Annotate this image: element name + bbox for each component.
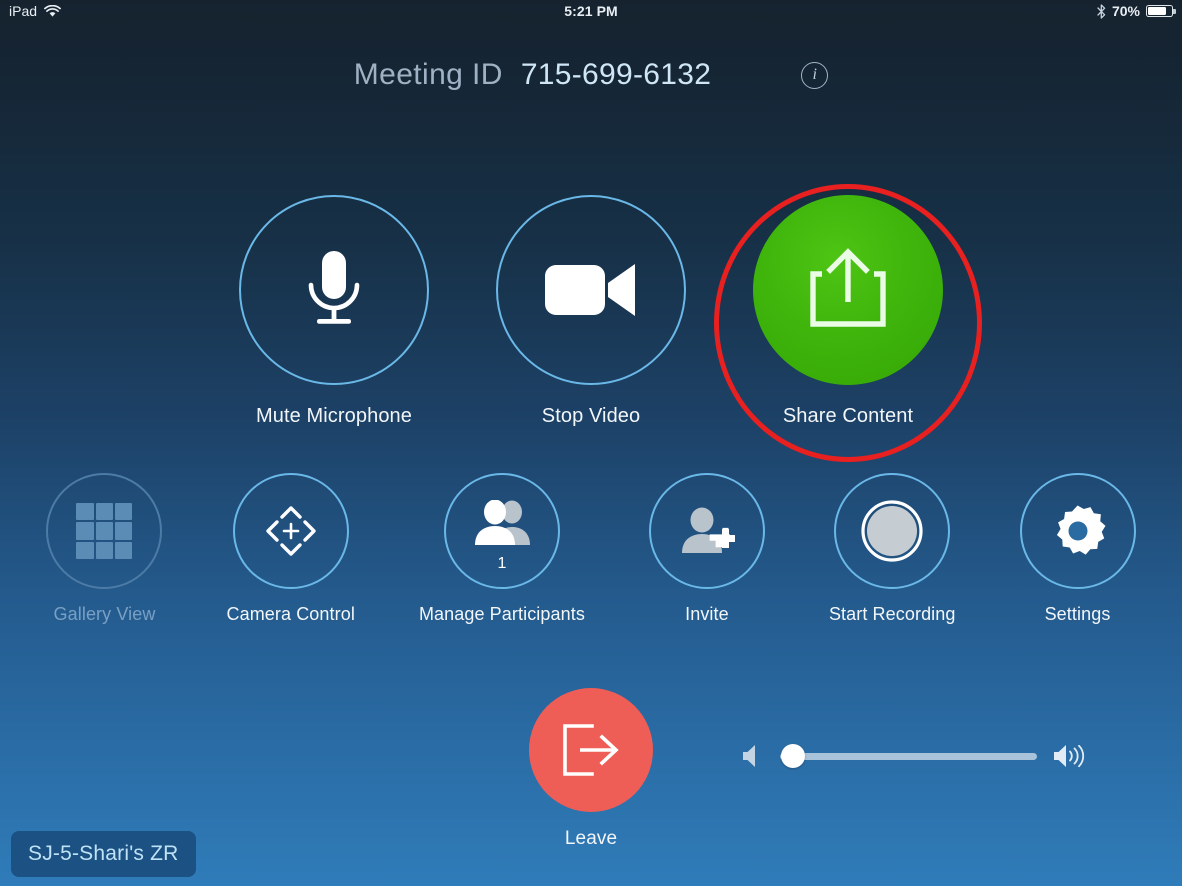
invite-label: Invite [685,604,729,624]
mute-microphone-button[interactable]: Mute Microphone [239,195,429,428]
battery-icon [1146,5,1176,17]
room-name-badge[interactable]: SJ-5-Shari's ZR [11,831,196,877]
grid-icon [76,503,133,559]
participants-icon [472,500,532,546]
share-content-label: Share Content [782,405,914,427]
share-upload-icon [805,248,891,332]
microphone-icon [297,247,371,333]
meeting-id-label: Meeting ID [353,58,503,91]
battery-percent-label: 70% [1111,3,1140,19]
manage-participants-label: Manage Participants [418,604,585,624]
stop-video-circle[interactable] [496,195,686,385]
video-camera-icon [545,261,637,319]
stop-video-label: Stop Video [541,405,641,427]
leave-circle[interactable] [529,688,653,812]
stop-video-button[interactable]: Stop Video [496,195,686,428]
bluetooth-icon [1097,3,1106,19]
meeting-header: Meeting ID 715-699-6132 i [0,58,1182,92]
camera-control-circle[interactable] [232,473,349,589]
share-content-circle[interactable] [753,195,943,385]
camera-control-button[interactable]: Camera Control [226,473,355,625]
settings-button[interactable]: Settings [1019,473,1136,625]
settings-circle[interactable] [1019,473,1136,589]
status-bar-clock: 5:21 PM [564,3,618,19]
invite-button[interactable]: Invite [648,473,765,625]
dpad-icon [255,495,327,567]
start-recording-circle[interactable] [834,473,951,589]
primary-controls-row: Mute Microphone Stop Video Share Content [0,184,1182,462]
gallery-view-label: Gallery View [53,604,156,624]
secondary-controls-row: Gallery View Camera Control 1 Manage Par… [0,473,1182,625]
manage-participants-button[interactable]: 1 Manage Participants [419,473,585,625]
volume-track-fill [780,752,1037,760]
participants-count-badge: 1 [497,555,507,572]
gallery-view-circle[interactable] [46,473,163,589]
manage-participants-circle[interactable]: 1 [443,473,560,589]
settings-label: Settings [1044,604,1111,624]
share-content-button[interactable]: Share Content [714,184,982,462]
volume-thumb[interactable] [780,744,805,768]
status-bar: iPad 5:21 PM 70% [0,0,1182,22]
status-bar-right: 70% [1097,0,1176,22]
exit-door-icon [558,721,624,779]
record-icon [861,500,923,562]
camera-control-label: Camera Control [226,604,355,624]
volume-slider-group[interactable] [742,738,1087,774]
add-person-icon [677,506,737,556]
leave-button[interactable]: Leave [529,688,653,850]
meeting-id-value: 715-699-6132 [520,58,712,91]
mute-microphone-label: Mute Microphone [255,405,413,427]
gallery-view-button[interactable]: Gallery View [46,473,163,625]
start-recording-label: Start Recording [828,604,956,624]
speaker-mute-icon[interactable] [742,743,764,769]
mute-microphone-circle[interactable] [239,195,429,385]
leave-label: Leave [564,828,618,849]
speaker-loud-icon[interactable] [1053,743,1087,769]
start-recording-button[interactable]: Start Recording [829,473,956,625]
gear-icon [1047,500,1109,562]
invite-circle[interactable] [648,473,765,589]
volume-track[interactable] [780,738,1037,774]
info-icon[interactable]: i [801,61,829,89]
